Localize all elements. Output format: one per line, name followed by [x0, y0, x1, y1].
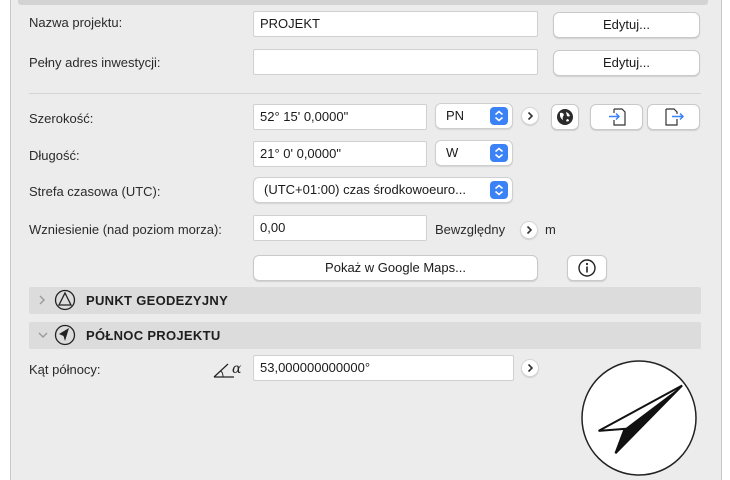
longitude-label: Długość:: [29, 148, 80, 163]
edit-project-name-button[interactable]: Edytuj...: [553, 12, 700, 38]
north-angle-field[interactable]: 53,000000000000°: [253, 355, 514, 381]
disclosure-right-icon: [39, 295, 45, 305]
compass-icon[interactable]: [579, 358, 699, 478]
elevation-unit: m: [545, 222, 556, 237]
import-location-button[interactable]: [590, 104, 643, 130]
survey-point-icon: [54, 289, 76, 311]
globe-icon: [557, 109, 573, 125]
import-icon: [608, 108, 626, 126]
project-name-field[interactable]: PROJEKT: [253, 11, 538, 37]
survey-point-title: PUNKT GEODEZYJNY: [86, 293, 229, 308]
elevation-mode-chevron-icon[interactable]: [520, 221, 538, 239]
select-stepper-icon: [490, 107, 508, 125]
latitude-label: Szerokość:: [29, 111, 94, 126]
address-field[interactable]: [253, 49, 538, 75]
latitude-field[interactable]: 52° 15' 0,0000": [253, 104, 427, 130]
angle-symbol: α: [232, 361, 242, 377]
export-icon: [664, 108, 684, 126]
longitude-direction-value: W: [446, 145, 459, 160]
latitude-direction-value: PN: [446, 108, 465, 123]
select-stepper-icon: [490, 181, 508, 199]
latitude-more-chevron-icon[interactable]: [521, 107, 539, 125]
address-label: Pełny adres inwestycji:: [29, 55, 161, 70]
north-angle-chevron-icon[interactable]: [521, 359, 539, 377]
edit-address-button[interactable]: Edytuj...: [553, 50, 700, 76]
disclosure-down-icon: [38, 332, 48, 338]
angle-icon: α: [212, 360, 246, 380]
globe-button[interactable]: [551, 104, 579, 130]
elevation-mode-label: Bewzględny: [435, 222, 506, 237]
elevation-field[interactable]: 0,00: [253, 215, 427, 241]
select-stepper-icon: [490, 144, 508, 162]
longitude-direction-select[interactable]: W: [435, 140, 513, 166]
elevation-label: Wzniesienie (nad poziom morza):: [29, 222, 222, 237]
north-arrow-icon: [54, 324, 76, 346]
project-north-section[interactable]: PÓŁNOC PROJEKTU: [29, 322, 701, 349]
survey-point-section[interactable]: PUNKT GEODEZYJNY: [29, 287, 701, 314]
divider: [29, 93, 701, 94]
timezone-label: Strefa czasowa (UTC):: [29, 184, 161, 199]
project-north-title: PÓŁNOC PROJEKTU: [86, 328, 221, 343]
info-icon: [578, 259, 596, 277]
top-section-header: [18, 0, 708, 5]
timezone-select[interactable]: (UTC+01:00) czas środkowoeuro...: [253, 177, 513, 203]
info-button[interactable]: [567, 255, 607, 281]
longitude-field[interactable]: 21° 0' 0,0000": [253, 141, 427, 167]
google-maps-button[interactable]: Pokaż w Google Maps...: [253, 255, 538, 281]
latitude-direction-select[interactable]: PN: [435, 103, 513, 129]
export-location-button[interactable]: [647, 104, 700, 130]
timezone-value: (UTC+01:00) czas środkowoeuro...: [264, 182, 466, 197]
north-angle-label: Kąt północy:: [29, 362, 101, 377]
project-name-label: Nazwa projektu:: [29, 15, 123, 30]
